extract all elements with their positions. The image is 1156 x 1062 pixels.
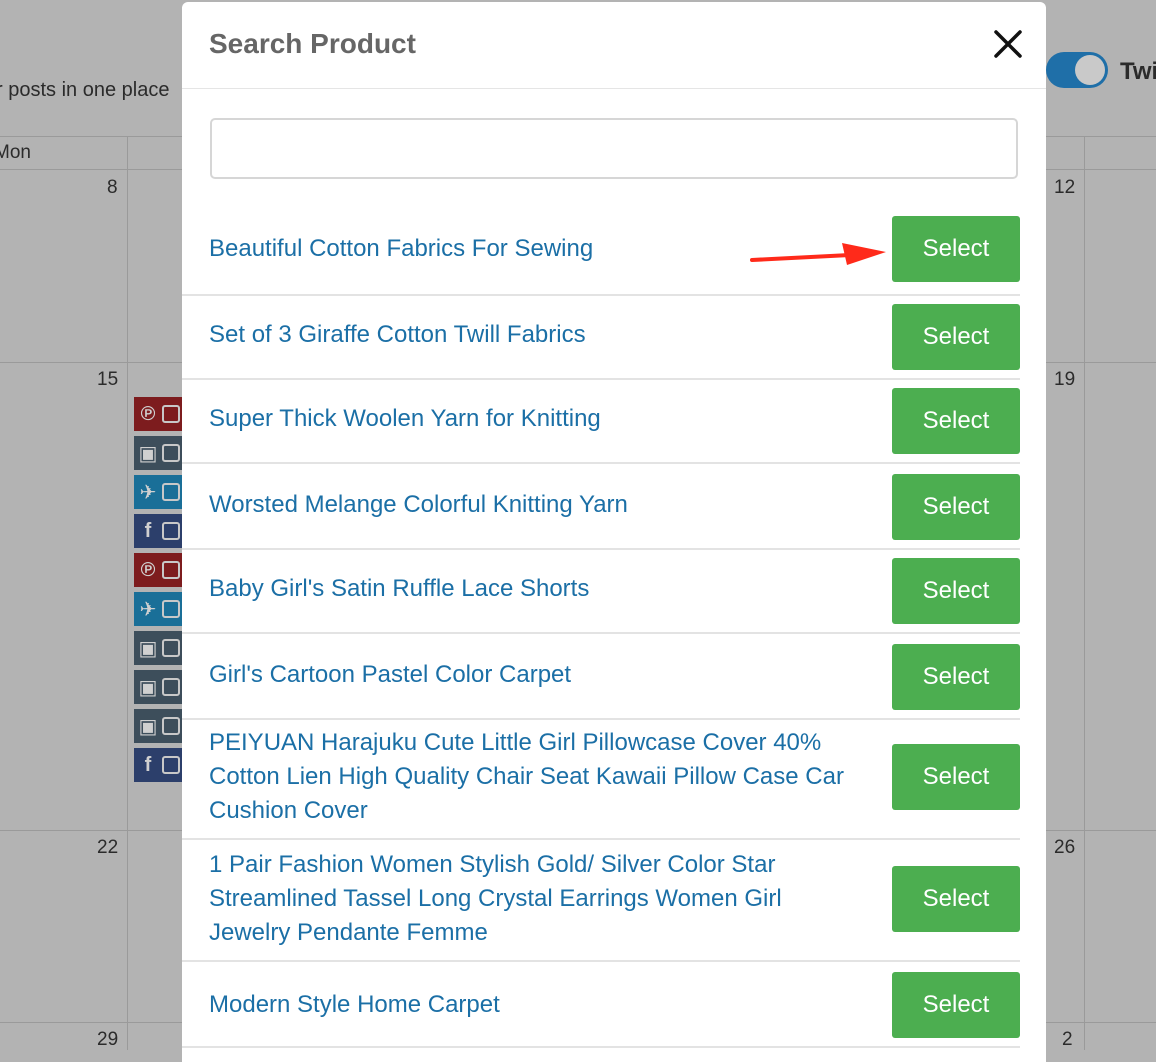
scheduled-posts: ℗ ▣ ✈ f ℗ ✈ ▣ ▣ ▣ f	[134, 397, 182, 787]
list-item: Beautiful Cotton Fabrics For Sewing Sele…	[182, 208, 1020, 296]
scheduled-post[interactable]: ▣	[134, 709, 182, 743]
product-icon	[162, 639, 180, 657]
list-item: Baby Girl's Satin Ruffle Lace Shorts Sel…	[182, 550, 1020, 634]
list-item: Girl's Cartoon Pastel Color Carpet Selec…	[182, 634, 1020, 720]
select-button[interactable]: Select	[892, 744, 1020, 810]
toggle-label: Twi	[1120, 58, 1156, 85]
toggle-knob	[1075, 55, 1105, 85]
twitter-toggle[interactable]	[1046, 52, 1108, 88]
scheduled-post[interactable]: ✈	[134, 592, 182, 626]
scheduled-post[interactable]: ▣	[134, 631, 182, 665]
list-item: Modern Style Home Carpet Select	[182, 962, 1020, 1048]
day-header-mon: Mon	[0, 142, 31, 163]
image-icon	[162, 561, 180, 579]
facebook-icon: f	[144, 519, 152, 542]
pinterest-icon: ℗	[140, 558, 156, 581]
scheduled-post[interactable]: f	[134, 748, 182, 782]
product-icon	[162, 405, 180, 423]
select-button[interactable]: Select	[892, 304, 1020, 370]
modal-title: Search Product	[209, 28, 416, 59]
calendar-divider	[1084, 136, 1085, 1050]
product-name[interactable]: Set of 3 Giraffe Cotton Twill Fabrics	[209, 318, 859, 352]
product-icon	[162, 483, 180, 501]
scheduled-post[interactable]: f	[134, 514, 182, 548]
select-button[interactable]: Select	[892, 972, 1020, 1038]
instagram-icon: ▣	[138, 676, 158, 699]
modal-header: Search Product	[182, 2, 1046, 89]
scheduled-post[interactable]: ℗	[134, 397, 182, 431]
calendar-date: 15	[97, 369, 119, 390]
product-name[interactable]: Girl's Cartoon Pastel Color Carpet	[209, 658, 859, 692]
list-item: PEIYUAN Harajuku Cute Little Girl Pillow…	[182, 720, 1020, 840]
select-button[interactable]: Select	[892, 388, 1020, 454]
list-item: Worsted Melange Colorful Knitting Yarn S…	[182, 464, 1020, 550]
scheduled-post[interactable]: ℗	[134, 553, 182, 587]
product-name[interactable]: Worsted Melange Colorful Knitting Yarn	[209, 488, 859, 522]
hand-icon	[162, 678, 180, 696]
close-button[interactable]	[992, 28, 1024, 60]
list-item: Super Thick Woolen Yarn for Knitting Sel…	[182, 380, 1020, 464]
scheduled-post[interactable]: ▣	[134, 670, 182, 704]
calendar-date: 19	[1054, 369, 1076, 390]
product-name[interactable]: Baby Girl's Satin Ruffle Lace Shorts	[209, 572, 859, 606]
image-icon	[162, 717, 180, 735]
product-name[interactable]: 1 Pair Fashion Women Stylish Gold/ Silve…	[209, 848, 859, 950]
product-icon	[162, 522, 180, 540]
page-subtitle: r posts in one place	[0, 79, 170, 101]
calendar-date: 29	[97, 1029, 119, 1050]
facebook-icon: f	[144, 753, 152, 776]
list-item: 1 Pair Fashion Women Stylish Gold/ Silve…	[182, 840, 1020, 962]
list-item: Set of 3 Giraffe Cotton Twill Fabrics Se…	[182, 296, 1020, 380]
annotation-arrow-icon	[750, 243, 886, 265]
product-name[interactable]: Super Thick Woolen Yarn for Knitting	[209, 402, 859, 436]
product-name[interactable]: PEIYUAN Harajuku Cute Little Girl Pillow…	[209, 726, 859, 828]
image-icon	[162, 756, 180, 774]
twitter-icon: ✈	[139, 481, 157, 504]
select-button[interactable]: Select	[892, 866, 1020, 932]
instagram-icon: ▣	[138, 715, 158, 738]
calendar-date: 22	[97, 837, 119, 858]
instagram-icon: ▣	[138, 637, 158, 660]
product-name[interactable]: Modern Style Home Carpet	[209, 988, 859, 1022]
select-button[interactable]: Select	[892, 216, 1020, 282]
product-search-input[interactable]	[210, 118, 1018, 179]
scheduled-post[interactable]: ✈	[134, 475, 182, 509]
add-icon	[162, 444, 180, 462]
calendar-date: 2	[1062, 1029, 1073, 1050]
calendar-divider	[127, 136, 128, 1050]
pinterest-icon: ℗	[140, 402, 156, 425]
calendar-date: 8	[107, 177, 118, 198]
select-button[interactable]: Select	[892, 644, 1020, 710]
twitter-icon: ✈	[139, 598, 157, 621]
select-button[interactable]: Select	[892, 474, 1020, 540]
calendar-date: 26	[1054, 837, 1076, 858]
search-product-modal: Search Product Beautiful Cotton Fabrics …	[182, 2, 1046, 1062]
image-icon	[162, 600, 180, 618]
select-button[interactable]: Select	[892, 558, 1020, 624]
close-icon	[994, 30, 1022, 58]
calendar-date: 12	[1054, 177, 1076, 198]
scheduled-post[interactable]: ▣	[134, 436, 182, 470]
instagram-icon: ▣	[138, 442, 158, 465]
